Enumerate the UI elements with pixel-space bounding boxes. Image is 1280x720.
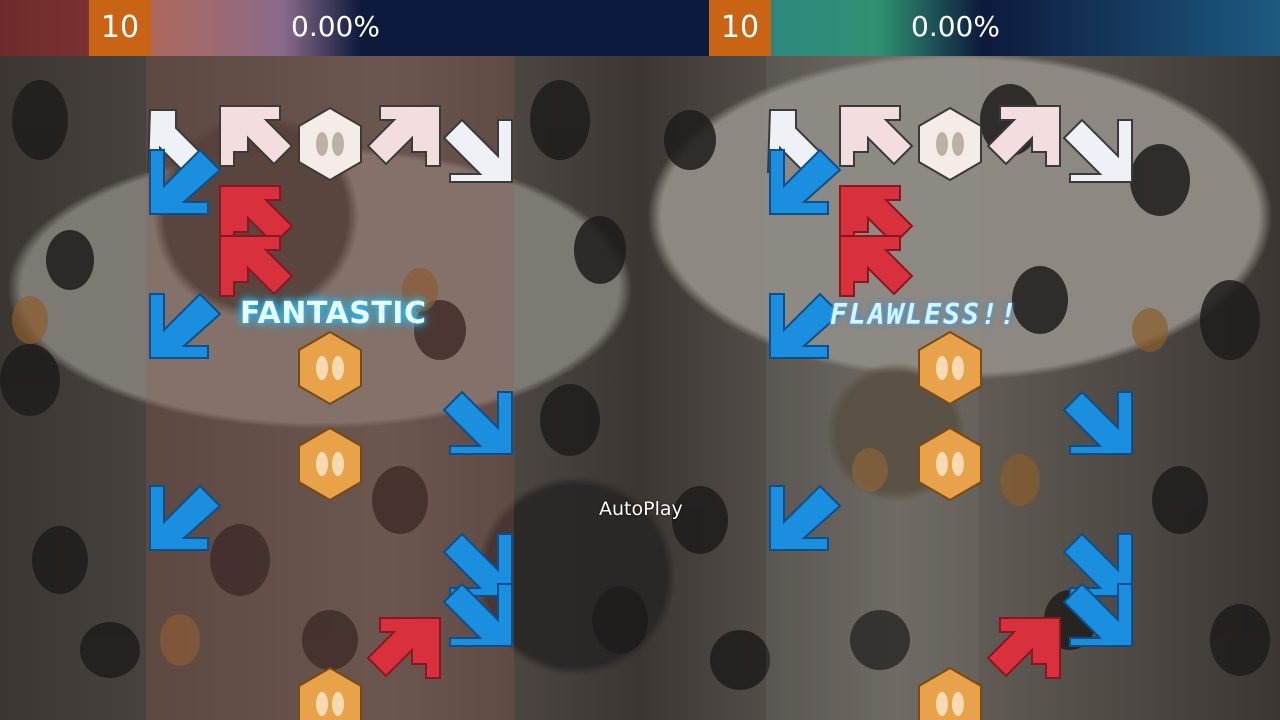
- note-layer: [146, 105, 1133, 720]
- up-right-arrow-icon: [366, 617, 441, 679]
- p1-notes: [149, 148, 513, 720]
- center-panel-icon: [918, 426, 982, 502]
- up-left-arrow-icon: [219, 235, 294, 297]
- center-panel-icon: [298, 330, 362, 406]
- down-right-arrow-icon: [442, 390, 513, 455]
- up-right-arrow-icon: [986, 105, 1061, 167]
- center-panel-icon: [918, 330, 982, 406]
- down-right-arrow-icon: [442, 118, 513, 183]
- p1-judgment-text: FANTASTIC: [240, 296, 427, 331]
- p2-judgment-text: FLAWLESS!!: [830, 298, 1019, 331]
- up-left-arrow-icon: [839, 235, 914, 297]
- down-left-arrow-icon: [149, 292, 222, 359]
- up-right-arrow-icon: [986, 617, 1061, 679]
- autoplay-label: AutoPlay: [599, 498, 683, 520]
- up-left-arrow-icon: [839, 105, 914, 167]
- center-panel-icon: [918, 106, 982, 182]
- down-right-arrow-icon: [1062, 118, 1133, 183]
- center-panel-icon: [298, 426, 362, 502]
- center-panel-icon: [298, 106, 362, 182]
- p2-notes: [769, 148, 1133, 720]
- down-left-arrow-icon: [769, 484, 842, 551]
- center-panel-icon: [918, 666, 982, 720]
- up-right-arrow-icon: [366, 105, 441, 167]
- center-panel-icon: [298, 666, 362, 720]
- down-left-arrow-icon: [149, 484, 222, 551]
- down-right-arrow-icon: [1062, 390, 1133, 455]
- up-left-arrow-icon: [219, 105, 294, 167]
